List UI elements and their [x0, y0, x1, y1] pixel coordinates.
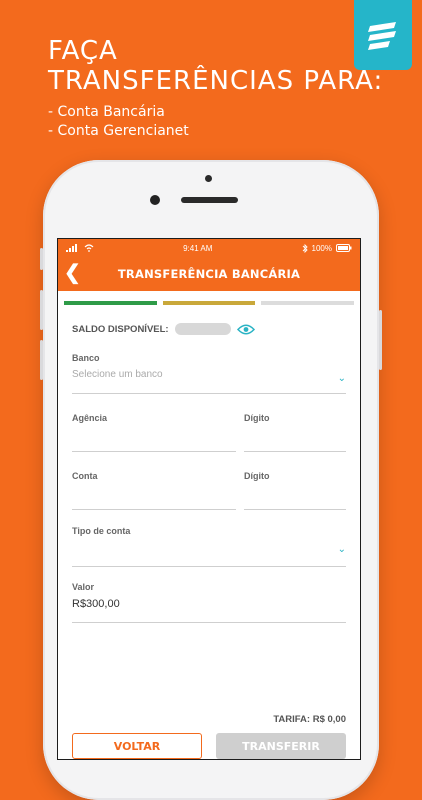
promo-title-line1: FAÇA: [48, 36, 118, 66]
agencia-digit-field[interactable]: Dígito: [244, 413, 346, 453]
promo-title-line2: TRANSFERÊNCIAS PARA:: [48, 66, 384, 96]
saldo-label: SALDO DISPONÍVEL:: [72, 323, 169, 335]
progress-step-2: [162, 301, 256, 305]
promo-list: - Conta Bancária - Conta Gerencianet: [48, 103, 189, 141]
conta-digit-field[interactable]: Dígito: [244, 471, 346, 511]
phone-sensor: [205, 175, 212, 182]
agencia-digit-label: Dígito: [244, 413, 270, 423]
conta-digit-label: Dígito: [244, 471, 270, 481]
phone-power-button: [379, 310, 382, 370]
valor-value: R$300,00: [72, 598, 120, 610]
account-type-underline: [72, 566, 346, 567]
back-arrow-icon[interactable]: ❮: [64, 263, 81, 283]
transferir-button[interactable]: TRANSFERIR: [216, 733, 346, 759]
conta-digit-underline: [244, 509, 346, 510]
valor-field[interactable]: Valor R$300,00: [72, 582, 346, 624]
chevron-down-icon: ⌄: [337, 544, 346, 555]
promo-title: FAÇA TRANSFERÊNCIAS PARA:: [48, 36, 383, 96]
phone-volume-up: [40, 290, 43, 330]
agencia-digit-underline: [244, 451, 346, 452]
battery-percent: 100%: [311, 243, 332, 253]
phone-speaker: [181, 197, 238, 203]
agencia-underline: [72, 451, 236, 452]
status-time: 9:41 AM: [183, 243, 213, 253]
phone-front-camera: [150, 195, 160, 205]
bank-select[interactable]: Banco Selecione um banco ⌄: [72, 353, 346, 395]
page-title: TRANSFERÊNCIA BANCÁRIA: [117, 267, 301, 281]
bank-label: Banco: [72, 353, 100, 363]
agencia-field[interactable]: Agência: [72, 413, 236, 453]
phone-screen: 9:41 AM 100% ❮ TRANSFERÊNCIA BANCÁRIA SA…: [57, 238, 361, 760]
conta-underline: [72, 509, 236, 510]
bank-underline: [72, 393, 346, 394]
gerencianet-logo-icon: [368, 22, 396, 50]
progress-steps: [58, 301, 360, 305]
bank-placeholder: Selecione um banco: [72, 369, 163, 380]
saldo-hidden-value: [174, 323, 231, 335]
progress-step-1: [64, 301, 157, 305]
conta-label: Conta: [72, 471, 98, 481]
battery-icon: [335, 244, 352, 252]
wifi-icon: [84, 244, 94, 252]
tarifa-text: TARIFA: R$ 0,00: [273, 714, 346, 725]
account-type-select[interactable]: Tipo de conta ⌄: [72, 526, 346, 568]
chevron-down-icon: ⌄: [337, 373, 346, 384]
phone-volume-down: [40, 340, 43, 380]
valor-label: Valor: [72, 582, 95, 592]
gerencianet-logo: [354, 0, 412, 70]
agencia-label: Agência: [72, 413, 108, 423]
eye-icon[interactable]: [236, 324, 255, 335]
conta-field[interactable]: Conta: [72, 471, 236, 511]
progress-step-3: [261, 301, 355, 305]
voltar-button[interactable]: VOLTAR: [72, 733, 202, 759]
bluetooth-icon: [302, 243, 308, 253]
promo-list-item: - Conta Gerencianet: [48, 123, 189, 139]
promo-list-item: - Conta Bancária: [48, 104, 165, 120]
signal-icon: [66, 244, 77, 252]
saldo-row: SALDO DISPONÍVEL:: [72, 323, 360, 335]
status-bar: 9:41 AM 100%: [58, 239, 360, 257]
nav-bar: ❮ TRANSFERÊNCIA BANCÁRIA: [58, 257, 360, 291]
valor-underline: [72, 622, 346, 623]
phone-mute-switch: [40, 248, 43, 270]
account-type-label: Tipo de conta: [72, 526, 131, 536]
